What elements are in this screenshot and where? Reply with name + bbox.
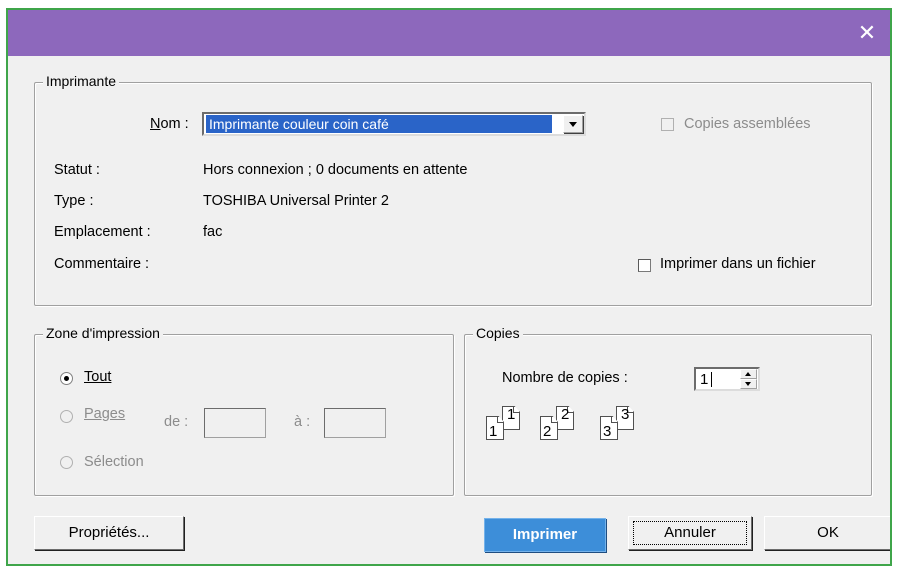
ok-button[interactable]: OK <box>764 516 890 550</box>
printer-select[interactable]: Imprimante couleur coin café <box>202 112 586 136</box>
collate-page-front-1: 1 <box>486 416 504 440</box>
printer-name-label-rest: om : <box>160 116 189 132</box>
status-value: Hors connexion ; 0 documents en attente <box>203 162 468 178</box>
ok-button-label: OK <box>817 524 839 541</box>
type-label: Type : <box>54 193 94 209</box>
type-value: TOSHIBA Universal Printer 2 <box>203 193 389 209</box>
copies-count-value: 1 <box>700 371 709 388</box>
printer-select-value: Imprimante couleur coin café <box>206 115 552 133</box>
properties-button[interactable]: Propriétés... <box>34 516 184 550</box>
collate-page-back-2: 2 <box>556 406 574 430</box>
printer-name-label-mnemonic: N <box>150 116 161 132</box>
title-bar: ✕ <box>8 10 890 56</box>
dropdown-arrow-icon[interactable] <box>563 115 583 133</box>
printer-name-label: Nom : <box>150 116 189 132</box>
collate-page-front-3: 3 <box>600 416 618 440</box>
printer-group-legend: Imprimante <box>43 73 120 89</box>
properties-button-label: Propriétés... <box>68 524 150 541</box>
collate-label: Copies assemblées <box>684 116 811 132</box>
collate-page-front-2: 2 <box>540 416 558 440</box>
cancel-button[interactable]: Annuler <box>628 516 752 550</box>
collate-checkbox[interactable] <box>661 118 674 131</box>
copies-count-input[interactable]: 1 <box>694 367 760 391</box>
focus-ring <box>633 521 747 545</box>
radio-all[interactable] <box>60 372 73 385</box>
radio-selection-label: Sélection <box>84 454 144 470</box>
print-to-file-checkbox[interactable] <box>638 259 651 272</box>
copies-count-label: Nombre de copies : <box>502 370 628 386</box>
status-label: Statut : <box>54 162 100 178</box>
print-button-label: Imprimer <box>512 526 578 543</box>
collate-page-back-3: 3 <box>616 406 634 430</box>
radio-pages-label: Pages <box>84 406 126 422</box>
print-button[interactable]: Imprimer <box>484 518 606 552</box>
spin-down-icon[interactable] <box>740 379 757 389</box>
radio-all-label: Tout <box>84 369 112 385</box>
pages-to-label: à : <box>294 414 311 430</box>
spin-up-icon[interactable] <box>740 369 757 379</box>
radio-selection[interactable] <box>60 456 73 469</box>
text-caret <box>711 372 712 387</box>
dialog-content: Imprimante Nom : Imprimante couleur coin… <box>8 56 890 564</box>
pages-to-input[interactable] <box>324 408 386 438</box>
comment-label: Commentaire : <box>54 256 150 272</box>
print-to-file-label: Imprimer dans un fichier <box>660 256 816 272</box>
location-label: Emplacement : <box>54 224 151 240</box>
radio-pages[interactable] <box>60 410 73 423</box>
print-range-legend: Zone d'impression <box>43 325 163 341</box>
print-dialog: ✕ Imprimante Nom : Imprimante couleur co… <box>6 8 892 566</box>
pages-from-input[interactable] <box>204 408 266 438</box>
close-icon[interactable]: ✕ <box>850 16 884 50</box>
pages-from-label: de : <box>164 414 189 430</box>
collate-page-back-1: 1 <box>502 406 520 430</box>
radio-all-dot <box>64 376 69 381</box>
copies-group: Copies <box>464 325 872 496</box>
copies-legend: Copies <box>473 325 523 341</box>
location-value: fac <box>203 224 223 240</box>
